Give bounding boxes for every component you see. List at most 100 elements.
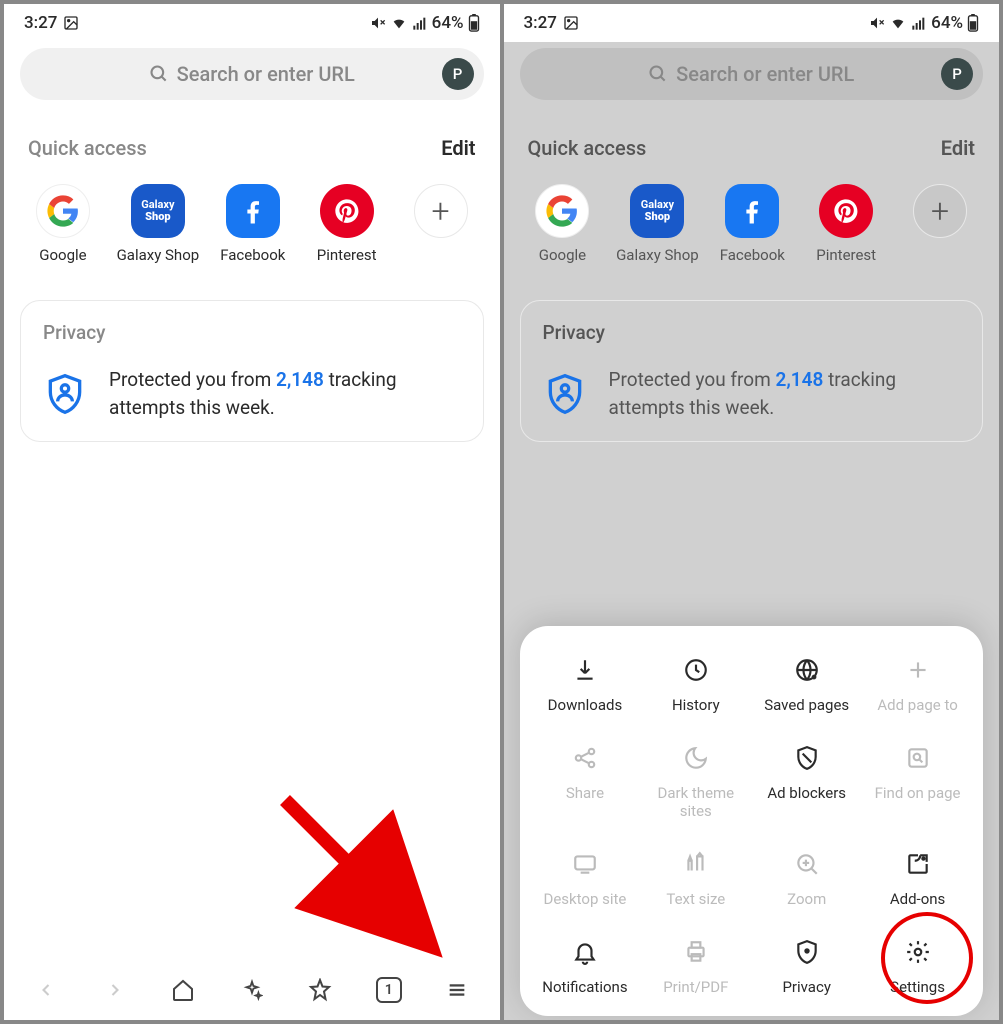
bell-icon xyxy=(569,936,601,968)
privacy-text: Protected you from 2,148 tracking attemp… xyxy=(109,366,461,421)
nav-sparkle[interactable] xyxy=(232,970,272,1010)
quick-access-title: Quick access xyxy=(28,136,147,160)
menu-add-page-to: Add page to xyxy=(864,654,971,714)
menu-settings[interactable]: Settings xyxy=(864,936,971,996)
qa-galaxy-shop[interactable]: GalaxyShop Galaxy Shop xyxy=(621,184,693,264)
plus-icon: + xyxy=(913,184,967,238)
privacy-title: Privacy xyxy=(43,321,461,344)
nav-bookmark[interactable] xyxy=(300,970,340,1010)
facebook-icon xyxy=(226,184,280,238)
status-bar: 3:27 64% xyxy=(504,4,1000,42)
qa-add[interactable]: + xyxy=(406,184,476,264)
facebook-icon xyxy=(725,184,779,238)
saved-pages-icon xyxy=(791,654,823,686)
pinterest-icon xyxy=(819,184,873,238)
search-icon xyxy=(149,64,169,84)
desktop-icon xyxy=(569,848,601,880)
signal-icon xyxy=(412,15,428,31)
qa-facebook[interactable]: Facebook xyxy=(218,184,288,264)
mute-icon xyxy=(869,15,885,31)
google-icon xyxy=(535,184,589,238)
galaxy-shop-icon: GalaxyShop xyxy=(630,184,684,238)
shield-icon xyxy=(543,372,587,416)
menu-print-pdf: Print/PDF xyxy=(642,936,749,996)
mute-icon xyxy=(370,15,386,31)
phone-right: 3:27 64% Search or enter URL P Quick acc… xyxy=(504,4,1000,1020)
google-icon xyxy=(36,184,90,238)
menu-find-on-page: Find on page xyxy=(864,742,971,820)
edit-button[interactable]: Edit xyxy=(941,136,975,160)
plus-icon xyxy=(902,654,934,686)
privacy-title: Privacy xyxy=(543,321,961,344)
nav-tabs[interactable]: 1 xyxy=(369,970,409,1010)
menu-downloads[interactable]: Downloads xyxy=(532,654,639,714)
phone-left: 3:27 64% Search or enter URL P Quick acc… xyxy=(4,4,500,1020)
battery-icon xyxy=(967,14,979,32)
zoom-icon xyxy=(791,848,823,880)
search-bar[interactable]: Search or enter URL P xyxy=(20,48,484,100)
qa-google[interactable]: Google xyxy=(528,184,598,264)
qa-galaxy-shop[interactable]: GalaxyShop Galaxy Shop xyxy=(122,184,194,264)
pinterest-icon xyxy=(320,184,374,238)
menu-add-ons[interactable]: Add-ons xyxy=(864,848,971,908)
nav-menu[interactable] xyxy=(437,970,477,1010)
text-size-icon xyxy=(680,848,712,880)
phone-content: Search or enter URL P Quick access Edit … xyxy=(4,42,500,960)
print-icon xyxy=(680,936,712,968)
signal-icon xyxy=(911,15,927,31)
addon-icon xyxy=(902,848,934,880)
shield-block-icon xyxy=(791,742,823,774)
wifi-icon xyxy=(889,15,907,31)
qa-facebook[interactable]: Facebook xyxy=(717,184,787,264)
search-icon xyxy=(648,64,668,84)
galaxy-shop-icon: GalaxyShop xyxy=(131,184,185,238)
search-bar[interactable]: Search or enter URL P xyxy=(520,48,984,100)
menu-desktop-site: Desktop site xyxy=(532,848,639,908)
qa-google[interactable]: Google xyxy=(28,184,98,264)
menu-share: Share xyxy=(532,742,639,820)
moon-icon xyxy=(680,742,712,774)
qa-pinterest[interactable]: Pinterest xyxy=(811,184,881,264)
wifi-icon xyxy=(390,15,408,31)
privacy-card[interactable]: Privacy Protected you from 2,148 trackin… xyxy=(520,300,984,442)
shield-icon xyxy=(43,372,87,416)
battery-icon xyxy=(468,14,480,32)
history-icon xyxy=(680,654,712,686)
share-icon xyxy=(569,742,601,774)
menu-saved-pages[interactable]: Saved pages xyxy=(753,654,860,714)
menu-privacy[interactable]: Privacy xyxy=(753,936,860,996)
nav-forward[interactable] xyxy=(95,970,135,1010)
battery-percent: 64% xyxy=(931,13,963,33)
menu-ad-blockers[interactable]: Ad blockers xyxy=(753,742,860,820)
privacy-text: Protected you from 2,148 tracking attemp… xyxy=(609,366,961,421)
status-time: 3:27 xyxy=(524,13,557,33)
status-bar: 3:27 64% xyxy=(4,4,500,42)
nav-back[interactable] xyxy=(26,970,66,1010)
profile-avatar[interactable]: P xyxy=(941,58,973,90)
qa-add[interactable]: + xyxy=(905,184,975,264)
search-placeholder: Search or enter URL xyxy=(177,62,355,86)
plus-icon: + xyxy=(414,184,468,238)
privacy-shield-icon xyxy=(791,936,823,968)
profile-avatar[interactable]: P xyxy=(442,58,474,90)
qa-pinterest[interactable]: Pinterest xyxy=(312,184,382,264)
menu-history[interactable]: History xyxy=(642,654,749,714)
menu-sheet: DownloadsHistorySaved pagesAdd page to Sh… xyxy=(520,626,984,1016)
battery-percent: 64% xyxy=(432,13,464,33)
photo-icon xyxy=(63,15,79,31)
quick-access-row: Google GalaxyShop Galaxy Shop Facebook P… xyxy=(520,184,984,264)
menu-zoom: Zoom xyxy=(753,848,860,908)
photo-icon xyxy=(563,15,579,31)
search-placeholder: Search or enter URL xyxy=(676,62,854,86)
privacy-card[interactable]: Privacy Protected you from 2,148 trackin… xyxy=(20,300,484,442)
gear-icon xyxy=(902,936,934,968)
edit-button[interactable]: Edit xyxy=(441,136,475,160)
menu-dark-theme-sites: Dark themesites xyxy=(642,742,749,820)
menu-text-size: Text size xyxy=(642,848,749,908)
find-icon xyxy=(902,742,934,774)
bottom-nav: 1 xyxy=(4,960,500,1020)
quick-access-row: Google GalaxyShop Galaxy Shop Facebook P… xyxy=(20,184,484,264)
nav-home[interactable] xyxy=(163,970,203,1010)
download-icon xyxy=(569,654,601,686)
menu-notifications[interactable]: Notifications xyxy=(532,936,639,996)
